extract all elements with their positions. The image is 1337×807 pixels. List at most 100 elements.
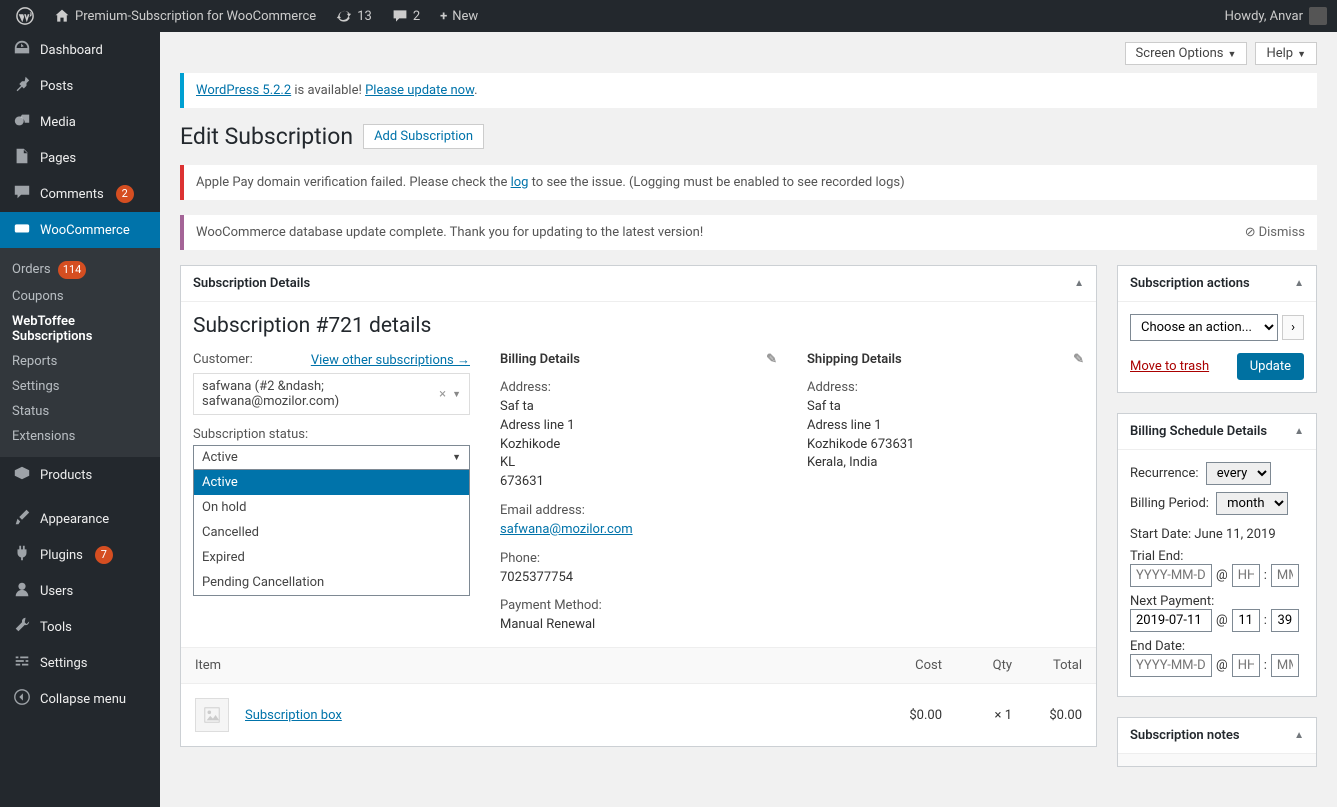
- sidebar-item-media[interactable]: Media: [0, 104, 160, 140]
- billing-email-link[interactable]: safwana@mozilor.com: [500, 522, 633, 537]
- submenu-webtoffee-subscriptions[interactable]: WebToffee Subscriptions: [0, 309, 160, 349]
- log-link[interactable]: log: [511, 175, 529, 190]
- trial-end-mm-input[interactable]: [1271, 564, 1299, 587]
- view-other-subs-link[interactable]: View other subscriptions →: [311, 352, 470, 370]
- clear-icon[interactable]: ×: [439, 387, 446, 402]
- edit-billing-icon[interactable]: ✎: [766, 352, 777, 367]
- toggle-icon[interactable]: ▲: [1294, 278, 1304, 289]
- sidebar-item-products[interactable]: Products: [0, 457, 160, 493]
- sidebar-item-users[interactable]: Users: [0, 573, 160, 609]
- dismiss-icon: ⊘: [1245, 225, 1256, 240]
- billing-line: Saf ta: [500, 398, 777, 417]
- update-now-link[interactable]: Please update now: [365, 83, 474, 98]
- recurrence-select[interactable]: every: [1206, 462, 1271, 485]
- status-opt-expired[interactable]: Expired: [194, 545, 469, 570]
- sidebar-collapse[interactable]: Collapse menu: [0, 681, 160, 717]
- customer-label: Customer:: [193, 352, 253, 367]
- payment-method: Manual Renewal: [500, 616, 777, 635]
- add-subscription-button[interactable]: Add Subscription: [363, 124, 484, 149]
- wp-version-link[interactable]: WordPress 5.2.2: [196, 83, 291, 98]
- site-name[interactable]: Premium-Subscription for WooCommerce: [48, 8, 322, 24]
- admin-toolbar: Premium-Subscription for WooCommerce 13 …: [0, 0, 1337, 32]
- next-payment-hh-input[interactable]: [1232, 609, 1260, 632]
- action-select[interactable]: Choose an action...: [1130, 314, 1278, 341]
- sidebar-item-woocommerce[interactable]: WooCommerce: [0, 212, 160, 248]
- status-opt-onhold[interactable]: On hold: [194, 495, 469, 520]
- apply-action-button[interactable]: ›: [1282, 315, 1304, 340]
- sidebar-item-comments[interactable]: Comments2: [0, 176, 160, 212]
- products-icon: [12, 464, 32, 486]
- sidebar-item-plugins[interactable]: Plugins7: [0, 537, 160, 573]
- collapse-icon: [12, 688, 32, 710]
- billing-schedule-box: Billing Schedule Details▲ Recurrence: ev…: [1117, 413, 1317, 697]
- status-opt-pending[interactable]: Pending Cancellation: [194, 570, 469, 595]
- items-h-item: Item: [195, 658, 872, 673]
- item-total: $0.00: [1012, 708, 1082, 723]
- sidebar-item-posts[interactable]: Posts: [0, 68, 160, 104]
- updates-count[interactable]: 13: [330, 8, 378, 24]
- shipping-line: Kerala, India: [807, 454, 1084, 473]
- end-date-mm-input[interactable]: [1271, 654, 1299, 677]
- item-qty: × 1: [942, 708, 1012, 723]
- end-date-input[interactable]: [1130, 654, 1212, 677]
- caret-down-icon: ▼: [1297, 50, 1306, 60]
- image-placeholder-icon: [203, 706, 221, 724]
- caret-down-icon: ▼: [1228, 50, 1237, 60]
- trial-end-hh-input[interactable]: [1232, 564, 1260, 587]
- trial-end-date-input[interactable]: [1130, 564, 1212, 587]
- edit-shipping-icon[interactable]: ✎: [1073, 352, 1084, 367]
- status-opt-active[interactable]: Active: [194, 470, 469, 495]
- comment-icon: [392, 8, 408, 24]
- items-h-total: Total: [1012, 658, 1082, 673]
- billing-line: 673631: [500, 473, 777, 492]
- comments-count[interactable]: 2: [386, 8, 426, 24]
- update-button[interactable]: Update: [1237, 353, 1304, 380]
- submenu-status[interactable]: Status: [0, 399, 160, 424]
- payment-label: Payment Method:: [500, 597, 777, 616]
- woocommerce-submenu: Orders 114 Coupons WebToffee Subscriptio…: [0, 248, 160, 457]
- billing-header: Billing Details: [500, 352, 580, 367]
- submenu-coupons[interactable]: Coupons: [0, 284, 160, 309]
- billing-period-label: Billing Period:: [1130, 496, 1209, 511]
- submenu-settings[interactable]: Settings: [0, 374, 160, 399]
- billing-period-select[interactable]: month: [1216, 492, 1288, 515]
- next-payment-label: Next Payment:: [1130, 594, 1214, 609]
- toggle-icon[interactable]: ▲: [1074, 278, 1084, 289]
- user-icon: [12, 580, 32, 602]
- wordpress-icon: [16, 7, 34, 25]
- customer-select[interactable]: safwana (#2 &ndash; safwana@mozilor.com)…: [193, 373, 470, 415]
- sidebar-item-dashboard[interactable]: Dashboard: [0, 32, 160, 68]
- end-date-hh-input[interactable]: [1232, 654, 1260, 677]
- status-opt-cancelled[interactable]: Cancelled: [194, 520, 469, 545]
- sidebar-item-pages[interactable]: Pages: [0, 140, 160, 176]
- help-tab[interactable]: Help▼: [1255, 42, 1317, 65]
- caret-down-icon: ▼: [452, 452, 461, 463]
- submenu-orders[interactable]: Orders 114: [0, 256, 160, 284]
- db-update-notice: WooCommerce database update complete. Th…: [180, 215, 1317, 250]
- new-content[interactable]: +New: [434, 9, 484, 24]
- next-payment-mm-input[interactable]: [1271, 609, 1299, 632]
- item-name-link[interactable]: Subscription box: [245, 708, 342, 723]
- sidebar-item-appearance[interactable]: Appearance: [0, 501, 160, 537]
- refresh-icon: [336, 8, 352, 24]
- pin-icon: [12, 75, 32, 97]
- billing-line: KL: [500, 454, 777, 473]
- home-icon: [54, 8, 70, 24]
- submenu-reports[interactable]: Reports: [0, 349, 160, 374]
- user-greeting[interactable]: Howdy, Anvar: [1225, 7, 1327, 25]
- submenu-extensions[interactable]: Extensions: [0, 424, 160, 449]
- dismiss-button[interactable]: ⊘Dismiss: [1245, 225, 1305, 240]
- wp-logo[interactable]: [10, 7, 40, 25]
- comments-badge: 2: [116, 185, 134, 203]
- next-payment-date-input[interactable]: [1130, 609, 1212, 632]
- sidebar-item-settings[interactable]: Settings: [0, 645, 160, 681]
- toggle-icon[interactable]: ▲: [1294, 426, 1304, 437]
- toggle-icon[interactable]: ▲: [1294, 730, 1304, 741]
- screen-options-tab[interactable]: Screen Options▼: [1125, 42, 1248, 65]
- move-to-trash-link[interactable]: Move to trash: [1130, 359, 1209, 374]
- dashboard-icon: [12, 39, 32, 61]
- woocommerce-icon: [12, 219, 32, 241]
- status-selected[interactable]: Active▼: [193, 445, 470, 470]
- subscription-notes-box: Subscription notes▲: [1117, 717, 1317, 767]
- sidebar-item-tools[interactable]: Tools: [0, 609, 160, 645]
